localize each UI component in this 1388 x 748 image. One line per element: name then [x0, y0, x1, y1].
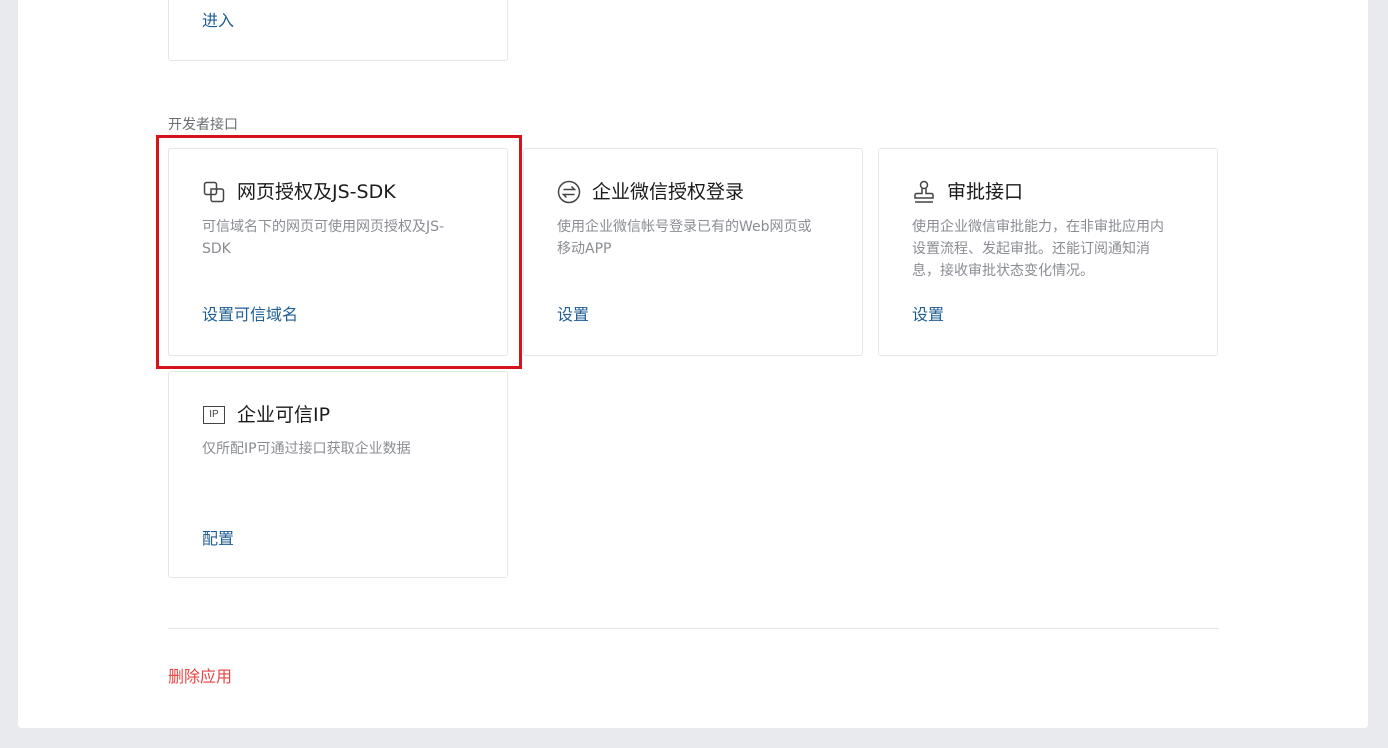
card-header: IP 企业可信IP	[202, 402, 330, 428]
delete-app-link[interactable]: 删除应用	[168, 667, 232, 687]
copy-icon	[202, 180, 226, 204]
card-desc-line: 移动APP	[557, 241, 612, 257]
set-approval-link[interactable]: 设置	[912, 305, 944, 325]
card-title: 企业可信IP	[237, 404, 331, 426]
card-web-auth-jssdk: 网页授权及JS-SDK 可信域名下的网页可使用网页授权及JS- SDK 设置可信…	[168, 148, 508, 356]
card-trusted-ip: IP 企业可信IP 仅所配IP可通过接口获取企业数据 配置	[168, 371, 508, 578]
card-approval-api: 审批接口 使用企业微信审批能力，在非审批应用内 设置流程、发起审批。还能订阅通知…	[878, 148, 1218, 356]
card-wecom-auth-login: 企业微信授权登录 使用企业微信帐号登录已有的Web网页或 移动APP 设置	[523, 148, 863, 356]
card-desc-line: 息，接收审批状态变化情况。	[912, 263, 1094, 279]
card-desc-line: 可信域名下的网页可使用网页授权及JS-	[202, 219, 445, 235]
card-description: 仅所配IP可通过接口获取企业数据	[202, 438, 486, 460]
card-title: 网页授权及JS-SDK	[237, 181, 396, 203]
card-desc-line: 使用企业微信审批能力，在非审批应用内	[912, 219, 1164, 235]
card-header: 网页授权及JS-SDK	[202, 179, 396, 205]
card-desc-line: 仅所配IP可通过接口获取企业数据	[202, 441, 411, 457]
swap-circle-icon	[557, 180, 581, 204]
card-header: 审批接口	[912, 179, 1023, 205]
card-description: 使用企业微信审批能力，在非审批应用内 设置流程、发起审批。还能订阅通知消 息，接…	[912, 216, 1196, 282]
ip-icon-text: IP	[203, 406, 225, 424]
ip-icon: IP	[202, 403, 226, 427]
configure-ip-link[interactable]: 配置	[202, 529, 234, 549]
card-title: 审批接口	[947, 181, 1024, 203]
card-desc-line: SDK	[202, 241, 231, 257]
stamp-icon	[912, 180, 936, 204]
card-header: 企业微信授权登录	[557, 179, 744, 205]
card-desc-line: 使用企业微信帐号登录已有的Web网页或	[557, 219, 812, 235]
divider	[168, 628, 1219, 629]
section-label-developer-api: 开发者接口	[168, 117, 238, 133]
card-description: 可信域名下的网页可使用网页授权及JS- SDK	[202, 216, 486, 260]
enter-link[interactable]: 进入	[202, 11, 234, 31]
app-detail-panel	[18, 0, 1368, 728]
set-login-link[interactable]: 设置	[557, 305, 589, 325]
set-trusted-domain-link[interactable]: 设置可信域名	[202, 305, 298, 325]
card-desc-line: 设置流程、发起审批。还能订阅通知消	[912, 241, 1150, 257]
enter-app-card: 进入	[168, 0, 508, 61]
card-title: 企业微信授权登录	[592, 181, 745, 203]
card-description: 使用企业微信帐号登录已有的Web网页或 移动APP	[557, 216, 841, 260]
